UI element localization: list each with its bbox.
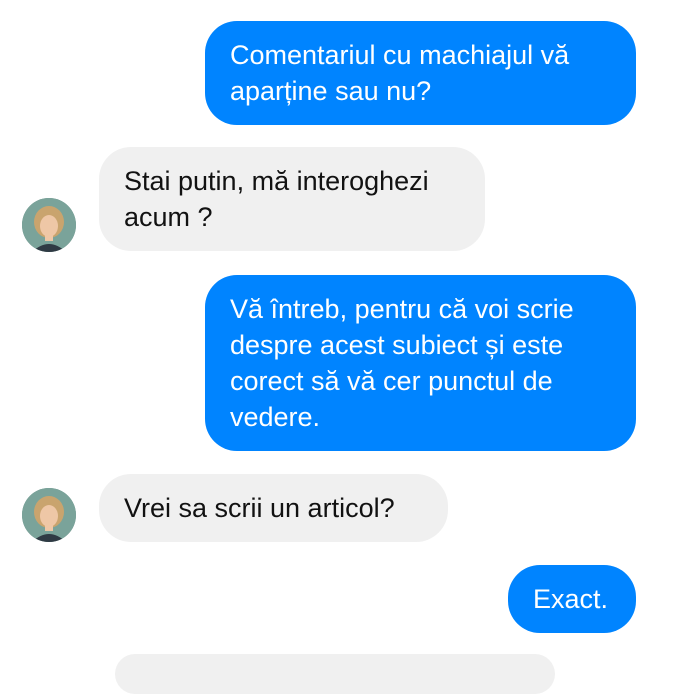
incoming-message-bubble[interactable]: Stai putin, mă interoghezi acum ? (99, 147, 485, 251)
avatar-portrait-icon (22, 198, 76, 252)
outgoing-message-bubble[interactable]: Vă întreb, pentru că voi scrie despre ac… (205, 275, 636, 451)
outgoing-message-bubble[interactable]: Comentariul cu machiajul vă aparține sau… (205, 21, 636, 125)
contact-avatar[interactable] (22, 198, 76, 252)
contact-avatar[interactable] (22, 488, 76, 542)
incoming-message-bubble[interactable]: Vrei sa scrii un articol? (99, 474, 448, 542)
avatar-portrait-icon (22, 488, 76, 542)
outgoing-message-bubble[interactable]: Exact. (508, 565, 636, 633)
chat-view: { "conversation": { "messages": [ { "sen… (0, 0, 682, 694)
incoming-message-bubble-partial (115, 654, 555, 694)
